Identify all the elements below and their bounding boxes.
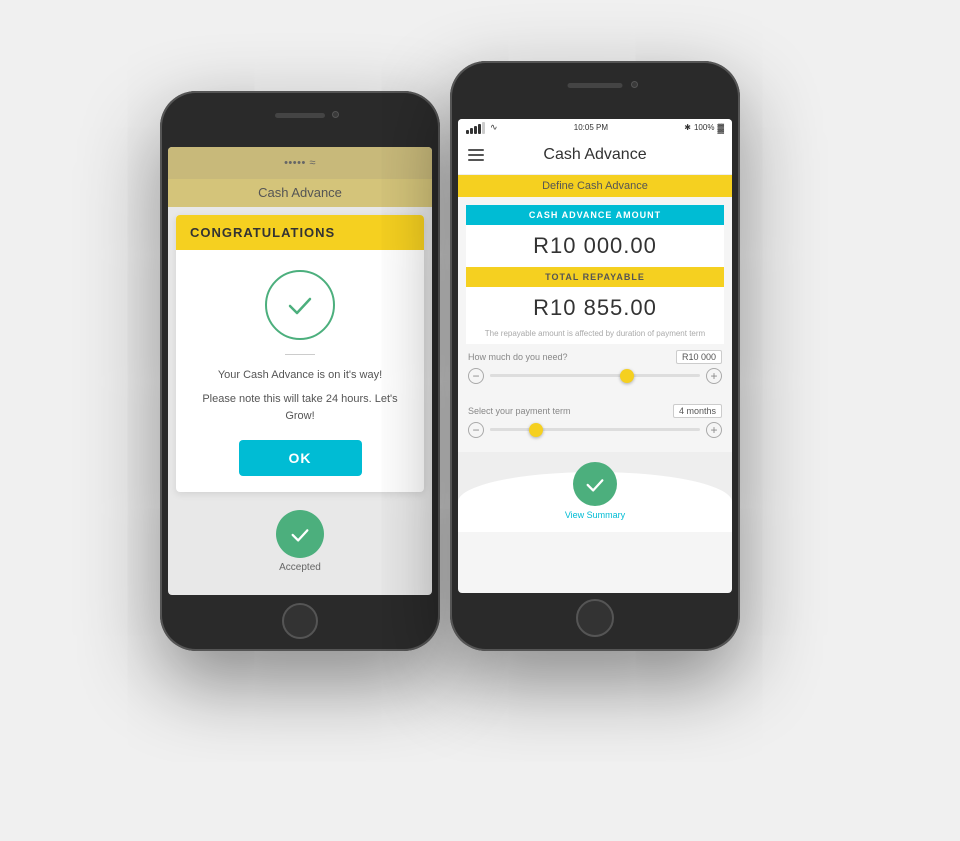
slider1-track[interactable] — [490, 374, 700, 377]
back-phone-speaker — [275, 113, 325, 118]
battery-text: 100% — [694, 123, 714, 132]
slider2-label-row: Select your payment term 4 months — [468, 404, 722, 418]
notification-card: CONGRATULATIONS Your Cash Advance is on … — [176, 215, 424, 493]
signal-bar-5 — [482, 122, 485, 134]
slider1-label: How much do you need? — [468, 352, 568, 362]
back-top-bar: ••••• ≈ — [168, 147, 432, 179]
status-time: 10:05 PM — [574, 123, 608, 132]
front-phone-speaker — [568, 83, 623, 88]
signal-bar-1 — [466, 130, 469, 134]
repayable-note: The repayable amount is affected by dura… — [466, 329, 724, 344]
phone-back: ••••• ≈ Cash Advance CONGRATULATIONS — [160, 91, 440, 651]
slider1-row: − + — [468, 368, 722, 384]
cash-advance-value: R10 000.00 — [466, 225, 724, 267]
status-right: ✱ 100% ▓ — [684, 123, 724, 133]
slider2-value: 4 months — [673, 404, 722, 418]
signal-bar-4 — [478, 124, 481, 134]
back-app-title: Cash Advance — [258, 185, 342, 200]
front-phone-screen: ∿ 10:05 PM ✱ 100% ▓ Cash Advance — [458, 119, 732, 593]
slider-section-1: How much do you need? R10 000 − + — [458, 344, 732, 398]
slider1-label-row: How much do you need? R10 000 — [468, 350, 722, 364]
back-app-title-bar: Cash Advance — [168, 179, 432, 207]
slider2-minus-button[interactable]: − — [468, 422, 484, 438]
hamburger-line-3 — [468, 159, 484, 161]
phone-front: ∿ 10:05 PM ✱ 100% ▓ Cash Advance — [450, 61, 740, 651]
slider2-row: − + — [468, 422, 722, 438]
slider1-minus-button[interactable]: − — [468, 368, 484, 384]
signal-bar-3 — [474, 126, 477, 134]
slider1-thumb[interactable] — [620, 369, 634, 383]
notif-body: Your Cash Advance is on it's way! Please… — [176, 250, 424, 493]
accepted-circle — [276, 510, 324, 558]
slider1-value: R10 000 — [676, 350, 722, 364]
back-phone-camera — [332, 111, 339, 118]
front-phone-camera — [631, 81, 638, 88]
status-left: ∿ — [466, 122, 498, 134]
slider2-label: Select your payment term — [468, 406, 571, 416]
accepted-label: Accepted — [279, 562, 321, 573]
signal-dots — [466, 122, 485, 134]
divider — [285, 354, 315, 355]
back-bottom-area: Accepted — [168, 500, 432, 583]
slider1-plus-button[interactable]: + — [706, 368, 722, 384]
summary-check-button[interactable] — [573, 462, 617, 506]
slider2-thumb[interactable] — [529, 423, 543, 437]
total-repayable-value: R10 855.00 — [466, 287, 724, 329]
checkmark-icon — [284, 289, 316, 321]
amount-section: CASH ADVANCE AMOUNT R10 000.00 TOTAL REP… — [466, 205, 724, 344]
hamburger-line-1 — [468, 149, 484, 151]
battery-icon: ▓ — [717, 123, 724, 133]
accepted-checkmark-icon — [289, 523, 311, 545]
slider1-fill — [490, 374, 627, 377]
signal-bar-2 — [470, 128, 473, 134]
slider2-track[interactable] — [490, 428, 700, 431]
total-repayable-label: TOTAL REPAYABLE — [466, 267, 724, 287]
hamburger-line-2 — [468, 154, 484, 156]
back-home-button[interactable] — [282, 603, 318, 639]
slider2-plus-button[interactable]: + — [706, 422, 722, 438]
app-header: Cash Advance — [458, 137, 732, 175]
back-top-dots: ••••• ≈ — [284, 157, 316, 169]
ok-button[interactable]: OK — [239, 440, 362, 476]
bluetooth-icon: ✱ — [684, 123, 691, 132]
define-bar[interactable]: Define Cash Advance — [458, 175, 732, 197]
congratulations-text: CONGRATULATIONS — [190, 225, 410, 240]
wifi-icon: ∿ — [490, 122, 498, 133]
notif-header: CONGRATULATIONS — [176, 215, 424, 250]
front-home-button[interactable] — [576, 599, 614, 637]
message-line1: Your Cash Advance is on it's way! — [218, 367, 382, 384]
front-app-title: Cash Advance — [543, 146, 646, 164]
cash-advance-label: CASH ADVANCE AMOUNT — [466, 205, 724, 225]
message-line2: Please note this will take 24 hours. Let… — [190, 391, 410, 424]
hamburger-menu[interactable] — [468, 149, 484, 161]
scene: ••••• ≈ Cash Advance CONGRATULATIONS — [130, 31, 830, 811]
check-circle — [265, 270, 335, 340]
back-phone-screen: ••••• ≈ Cash Advance CONGRATULATIONS — [168, 147, 432, 595]
view-summary-text[interactable]: View Summary — [565, 510, 625, 520]
bottom-summary: View Summary — [458, 452, 732, 532]
status-bar: ∿ 10:05 PM ✱ 100% ▓ — [458, 119, 732, 137]
summary-checkmark-icon — [584, 473, 606, 495]
slider-section-2: Select your payment term 4 months − + — [458, 398, 732, 452]
